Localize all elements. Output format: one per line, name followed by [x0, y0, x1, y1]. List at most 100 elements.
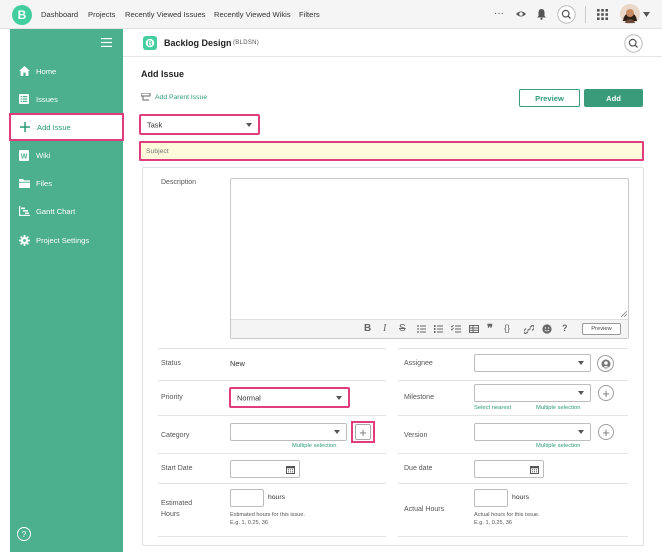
subject-input[interactable]: Subject: [139, 141, 644, 161]
start-date-label: Start Date: [161, 465, 193, 472]
add-button[interactable]: Add: [584, 89, 643, 107]
link-icon[interactable]: [524, 325, 534, 334]
estimated-hours-input[interactable]: [230, 489, 264, 507]
sidebar-item-add-issue[interactable]: Add Issue: [9, 113, 124, 141]
sidebar-item-project-settings[interactable]: Project Settings: [10, 227, 123, 253]
divider: [158, 453, 386, 454]
multiple-selection-link[interactable]: Multiple selection: [536, 443, 580, 449]
sidebar-item-files[interactable]: Files: [10, 170, 123, 196]
status-value: New: [230, 359, 245, 368]
divider: [158, 380, 386, 381]
sidebar-item-home[interactable]: Home: [10, 58, 123, 84]
more-icon[interactable]: ···: [494, 8, 504, 19]
checklist-icon[interactable]: [451, 325, 461, 333]
issue-type-select[interactable]: Task: [139, 114, 260, 135]
editor-toolbar: B I S ❞ {} ? Preview: [231, 319, 628, 338]
svg-text:B: B: [18, 8, 27, 22]
start-date-input[interactable]: [230, 460, 300, 478]
preview-button[interactable]: Preview: [519, 89, 580, 107]
gantt-icon: [18, 205, 30, 217]
avatar[interactable]: [620, 4, 640, 24]
calendar-icon[interactable]: [286, 465, 295, 474]
sidebar-item-issues[interactable]: Issues: [10, 86, 123, 112]
apps-grid-icon[interactable]: [597, 9, 608, 20]
help-icon[interactable]: ?: [17, 527, 31, 541]
assignee-select[interactable]: [474, 354, 591, 372]
plus-icon: +: [602, 385, 610, 401]
help-question-icon[interactable]: ?: [562, 323, 568, 333]
nav-recently-viewed-wikis[interactable]: Recently Viewed Wikis: [214, 10, 291, 19]
divider: [398, 380, 628, 381]
eye-icon[interactable]: [515, 8, 527, 20]
project-key: (BLDSN): [233, 40, 260, 46]
editor-preview-button[interactable]: Preview: [582, 323, 621, 335]
description-label: Description: [161, 179, 197, 186]
sidebar-item-wiki[interactable]: W Wiki: [10, 142, 123, 168]
divider: [398, 483, 628, 484]
project-name[interactable]: Backlog Design: [164, 38, 232, 48]
project-search-icon[interactable]: [624, 34, 643, 53]
milestone-label: Milestone: [404, 394, 434, 401]
estimated-hours-label: Estimated: [161, 500, 193, 507]
calendar-icon[interactable]: [530, 465, 539, 474]
plus-icon: +: [355, 424, 371, 440]
divider: [398, 536, 628, 537]
chevron-down-icon: [578, 361, 584, 365]
version-label: Version: [404, 432, 428, 439]
description-textarea[interactable]: B I S ❞ {} ? Preview: [230, 178, 629, 339]
hamburger-icon[interactable]: [101, 38, 112, 47]
svg-text:W: W: [21, 153, 28, 160]
add-category-button[interactable]: +: [351, 421, 375, 443]
chevron-down-icon: [334, 430, 340, 434]
nav-recently-viewed-issues[interactable]: Recently Viewed Issues: [125, 10, 205, 19]
add-version-button[interactable]: +: [598, 424, 614, 440]
divider: [158, 536, 386, 537]
due-date-input[interactable]: [474, 460, 544, 478]
add-parent-issue-link[interactable]: Add Parent Issue: [141, 93, 207, 102]
milestone-select[interactable]: [474, 384, 591, 402]
multiple-selection-link[interactable]: Multiple selection: [292, 443, 336, 449]
multiple-selection-link[interactable]: Multiple selection: [536, 405, 580, 411]
divider: [585, 6, 586, 23]
code-block-icon[interactable]: {}: [504, 323, 510, 333]
project-icon: B: [143, 36, 157, 50]
table-icon[interactable]: [469, 325, 479, 333]
files-icon: [18, 177, 30, 189]
parent-issue-icon: [141, 93, 151, 102]
priority-select[interactable]: Normal: [229, 387, 350, 408]
backlog-logo-icon[interactable]: B: [12, 5, 32, 25]
actual-hours-input[interactable]: [474, 489, 508, 507]
actual-hours-label: Actual Hours: [404, 506, 445, 513]
quote-icon[interactable]: ❞: [487, 322, 493, 335]
divider: [398, 348, 628, 349]
nav-projects[interactable]: Projects: [88, 10, 115, 19]
chevron-down-icon: [578, 430, 584, 434]
plus-icon: [19, 121, 31, 133]
category-label: Category: [161, 432, 190, 439]
chevron-down-icon[interactable]: [643, 12, 650, 17]
sidebar-item-label: Project Settings: [36, 235, 90, 245]
nav-dashboard[interactable]: Dashboard: [41, 10, 78, 19]
bell-icon[interactable]: [536, 8, 547, 20]
italic-icon[interactable]: I: [383, 323, 386, 334]
sidebar-item-gantt-chart[interactable]: Gantt Chart: [10, 198, 123, 224]
bullet-list-icon[interactable]: [417, 325, 426, 333]
wiki-icon: W: [18, 149, 30, 161]
strikethrough-icon[interactable]: S: [399, 323, 406, 334]
version-select[interactable]: [474, 423, 591, 441]
bold-icon[interactable]: B: [364, 323, 371, 334]
numbered-list-icon[interactable]: [434, 325, 443, 333]
emoji-icon[interactable]: [542, 324, 552, 334]
nav-filters[interactable]: Filters: [299, 10, 320, 19]
svg-text:B: B: [147, 41, 152, 48]
assign-to-me-icon[interactable]: [597, 355, 614, 372]
select-nearest-link[interactable]: Select nearest: [474, 405, 511, 411]
category-select[interactable]: [230, 423, 347, 441]
priority-label: Priority: [161, 394, 183, 401]
add-milestone-button[interactable]: +: [598, 385, 614, 401]
search-icon[interactable]: [557, 5, 576, 24]
estimated-hours-example: E.g. 1, 0.25, 36: [230, 520, 268, 526]
resize-handle-icon[interactable]: [621, 311, 627, 317]
hours-unit: hours: [268, 494, 286, 501]
sidebar-item-label: Wiki: [36, 150, 51, 160]
